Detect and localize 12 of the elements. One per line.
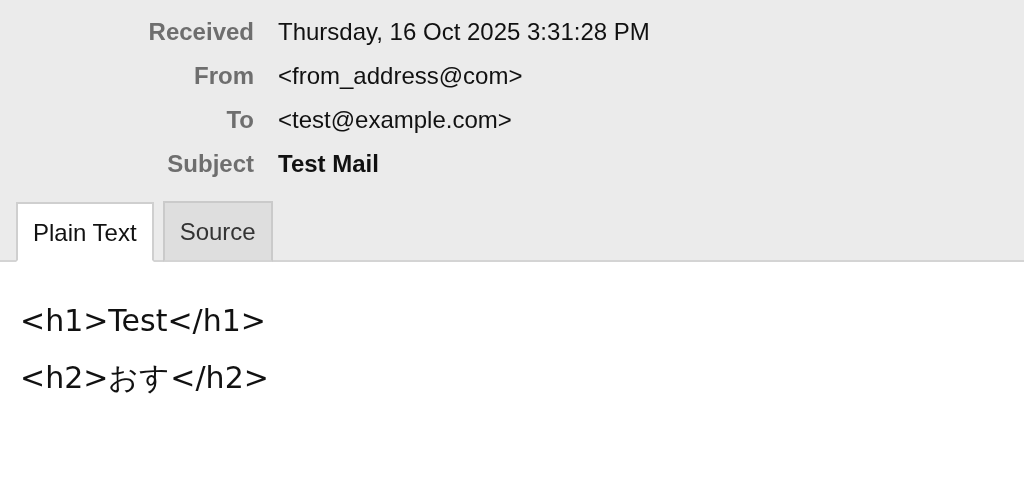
- field-value: <test@example.com>: [278, 105, 513, 135]
- field-value: Thursday, 16 Oct 2025 3:31:28 PM: [278, 17, 650, 47]
- body-text-line: <h1>Test</h1>: [20, 302, 267, 340]
- field-value: <from_address@com>: [278, 61, 524, 91]
- field-label: To: [225, 105, 254, 135]
- field-value: Test Mail: [278, 149, 380, 179]
- field-label: Subject: [166, 149, 254, 179]
- tab[interactable]: Source: [162, 201, 273, 262]
- field-label: Received: [147, 17, 254, 47]
- field-label: From: [193, 61, 254, 91]
- body-text-line: <h2>おす</h2>: [20, 359, 270, 397]
- tab[interactable]: Plain Text: [16, 202, 154, 262]
